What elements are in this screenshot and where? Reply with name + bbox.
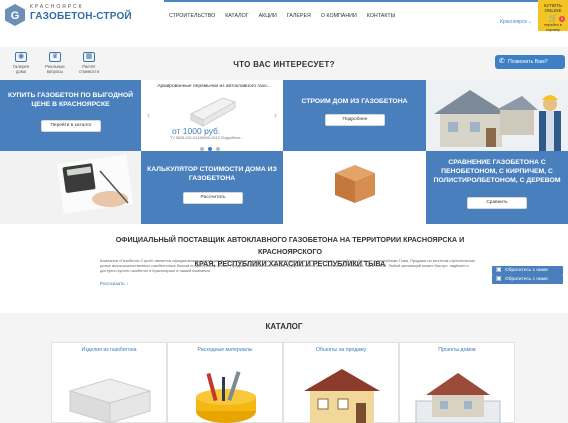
tile-promo-lintels <box>141 80 283 151</box>
tile-compare: СРАВНЕНИЕ ГАЗОБЕТОНА С ПЕНОБЕТОНОМ, С КИ… <box>426 151 568 224</box>
house-worker-image <box>426 80 568 151</box>
callback-button[interactable]: ✆ Позвонить Вам? <box>495 55 565 69</box>
city-selector[interactable]: Красноярск ⌄ <box>500 19 532 25</box>
tile-title: СРАВНЕНИЕ ГАЗОБЕТОНА С ПЕНОБЕТОНОМ, С КИ… <box>426 158 568 185</box>
promo-gost[interactable]: ТУ 5828-001-01438099-2013 Подробнее... <box>170 136 244 140</box>
nav-item-catalog[interactable]: КАТАЛОГ <box>220 0 253 32</box>
nav-item-about[interactable]: О КОМПАНИИ <box>316 0 362 32</box>
quick-link-label: стоимости <box>78 69 100 74</box>
quick-link-label: вопросы <box>46 69 64 74</box>
promo-title[interactable]: Армированные перемычки из автоклавного г… <box>146 84 282 89</box>
cart-link: перейти в корзину <box>544 23 562 32</box>
catalog-card-objects[interactable]: Объекты на продажу <box>283 342 399 423</box>
blocks-stack-icon <box>68 378 152 423</box>
catalog-title: КАТАЛОГ <box>265 322 303 331</box>
cart-line-2: ONLINE <box>544 8 562 13</box>
chat-icon: ▣ <box>496 267 502 273</box>
tools-bucket-icon <box>196 371 256 423</box>
lintel-image <box>189 97 237 127</box>
logo-icon[interactable]: G <box>4 3 26 27</box>
tile-title: КУПИТЬ ГАЗОБЕТОН ПО ВЫГОДНОЙ ЦЕНЕ В КРАС… <box>0 91 141 109</box>
chat-icon: ▣ <box>496 276 502 282</box>
nav-item-promotions[interactable]: АКЦИИ <box>254 0 282 32</box>
house-project-icon <box>415 373 501 423</box>
tile-title: СТРОИМ ДОМ ИЗ ГАЗОБЕТОНА <box>301 98 408 105</box>
about-title-line: ОФИЦИАЛЬНЫЙ ПОСТАВЩИК АВТОКЛАВНОГО ГАЗОБ… <box>115 235 465 256</box>
phone-icon: ✆ <box>499 58 505 65</box>
catalog-card-label: Проекты домов <box>438 347 476 353</box>
brick-block-icon <box>335 165 375 203</box>
tile-calculator: КАЛЬКУЛЯТОР СТОИМОСТИ ДОМА ИЗ ГАЗОБЕТОНА… <box>141 151 283 224</box>
quick-link-label: дома <box>16 69 26 74</box>
logo-name[interactable]: ГАЗОБЕТОН-СТРОЙ <box>30 11 132 22</box>
calculator-photo <box>0 151 141 224</box>
calculator-hands-icon <box>56 154 134 214</box>
go-to-catalog-button[interactable]: Перейти в каталог <box>42 121 100 131</box>
nav-item-gallery[interactable]: ГАЛЕРЕЯ <box>282 0 316 32</box>
contact-label: Обратитесь с нами <box>505 268 548 273</box>
tile-title-line: ГАЗОБЕТОНА <box>188 175 236 182</box>
calculate-button[interactable]: Рассчитать <box>184 193 242 203</box>
cart-button[interactable]: КУПИТЬ ONLINE 🛒 0 перейти в корзину <box>538 0 568 32</box>
tile-title: КАЛЬКУЛЯТОР СТОИМОСТИ ДОМА ИЗ ГАЗОБЕТОНА <box>141 165 283 183</box>
more-button[interactable]: Подробнее <box>326 115 384 125</box>
tile-title-line: КУПИТЬ ГАЗОБЕТОН ПО ВЫГОДНОЙ <box>7 92 134 99</box>
house-icon <box>304 369 380 423</box>
about-text: Компания «Газобетон-Строй» является офиц… <box>100 258 475 274</box>
contact-us-button[interactable]: ▣ Обратитесь с нами <box>492 266 563 275</box>
callback-label: Позвонить Вам? <box>508 59 548 65</box>
tile-title-line: КАЛЬКУЛЯТОР СТОИМОСТИ ДОМА ИЗ <box>147 166 277 173</box>
tile-buy-gasbeton: КУПИТЬ ГАЗОБЕТОН ПО ВЫГОДНОЙ ЦЕНЕ В КРАС… <box>0 80 141 151</box>
house-illustration-icon <box>434 90 561 151</box>
tile-title-line: ЦЕНЕ В КРАСНОЯРСКЕ <box>31 101 110 108</box>
contact-label: Обратитесь с нами <box>505 277 548 282</box>
catalog-card-products[interactable]: Изделия из газобетона <box>51 342 167 423</box>
prev-arrow-icon[interactable]: ‹ <box>147 110 150 120</box>
logo-city: КРАСНОЯРСК <box>30 4 84 10</box>
svg-text:G: G <box>11 10 20 22</box>
catalog-card-label: Изделия из газобетона <box>81 347 137 353</box>
read-more-link[interactable]: Рассказать ↓ <box>100 282 129 287</box>
next-arrow-icon[interactable]: › <box>274 110 277 120</box>
interest-title: ЧТО ВАС ИНТЕРЕСУЕТ? <box>233 60 335 69</box>
catalog-card-label: Расходные материалы <box>197 347 253 353</box>
tile-title-line: ПОЛИСТИРОЛБЕТОНОМ, С ДЕРЕВОМ <box>433 177 561 184</box>
cart-count-badge: 0 <box>559 16 565 22</box>
main-nav: СТРОИТЕЛЬСТВО КАТАЛОГ АКЦИИ ГАЛЕРЕЯ О КО… <box>164 0 400 32</box>
nav-item-contacts[interactable]: КОНТАКТЫ <box>362 0 401 32</box>
catalog-card-supplies[interactable]: Расходные материалы <box>167 342 283 423</box>
contact-us-button[interactable]: ▣ Обратитесь с нами <box>492 275 563 284</box>
block-image <box>283 151 426 224</box>
nav-item-construction[interactable]: СТРОИТЕЛЬСТВО <box>164 0 221 32</box>
catalog-card-label: Объекты на продажу <box>315 347 367 353</box>
catalog-card-projects[interactable]: Проекты домов <box>399 342 515 423</box>
tile-build-house: СТРОИМ ДОМ ИЗ ГАЗОБЕТОНА Подробнее <box>283 80 426 151</box>
promo-price: от 1000 руб. <box>172 126 221 136</box>
compare-button[interactable]: Сравнить <box>468 198 526 208</box>
site-header: G КРАСНОЯРСК ГАЗОБЕТОН-СТРОЙ СТРОИТЕЛЬСТ… <box>0 0 568 32</box>
tile-title-line: СРАВНЕНИЕ ГАЗОБЕТОНА С <box>448 159 546 166</box>
tile-title-line: ПЕНОБЕТОНОМ, С КИРПИЧЕМ, С <box>441 168 553 175</box>
